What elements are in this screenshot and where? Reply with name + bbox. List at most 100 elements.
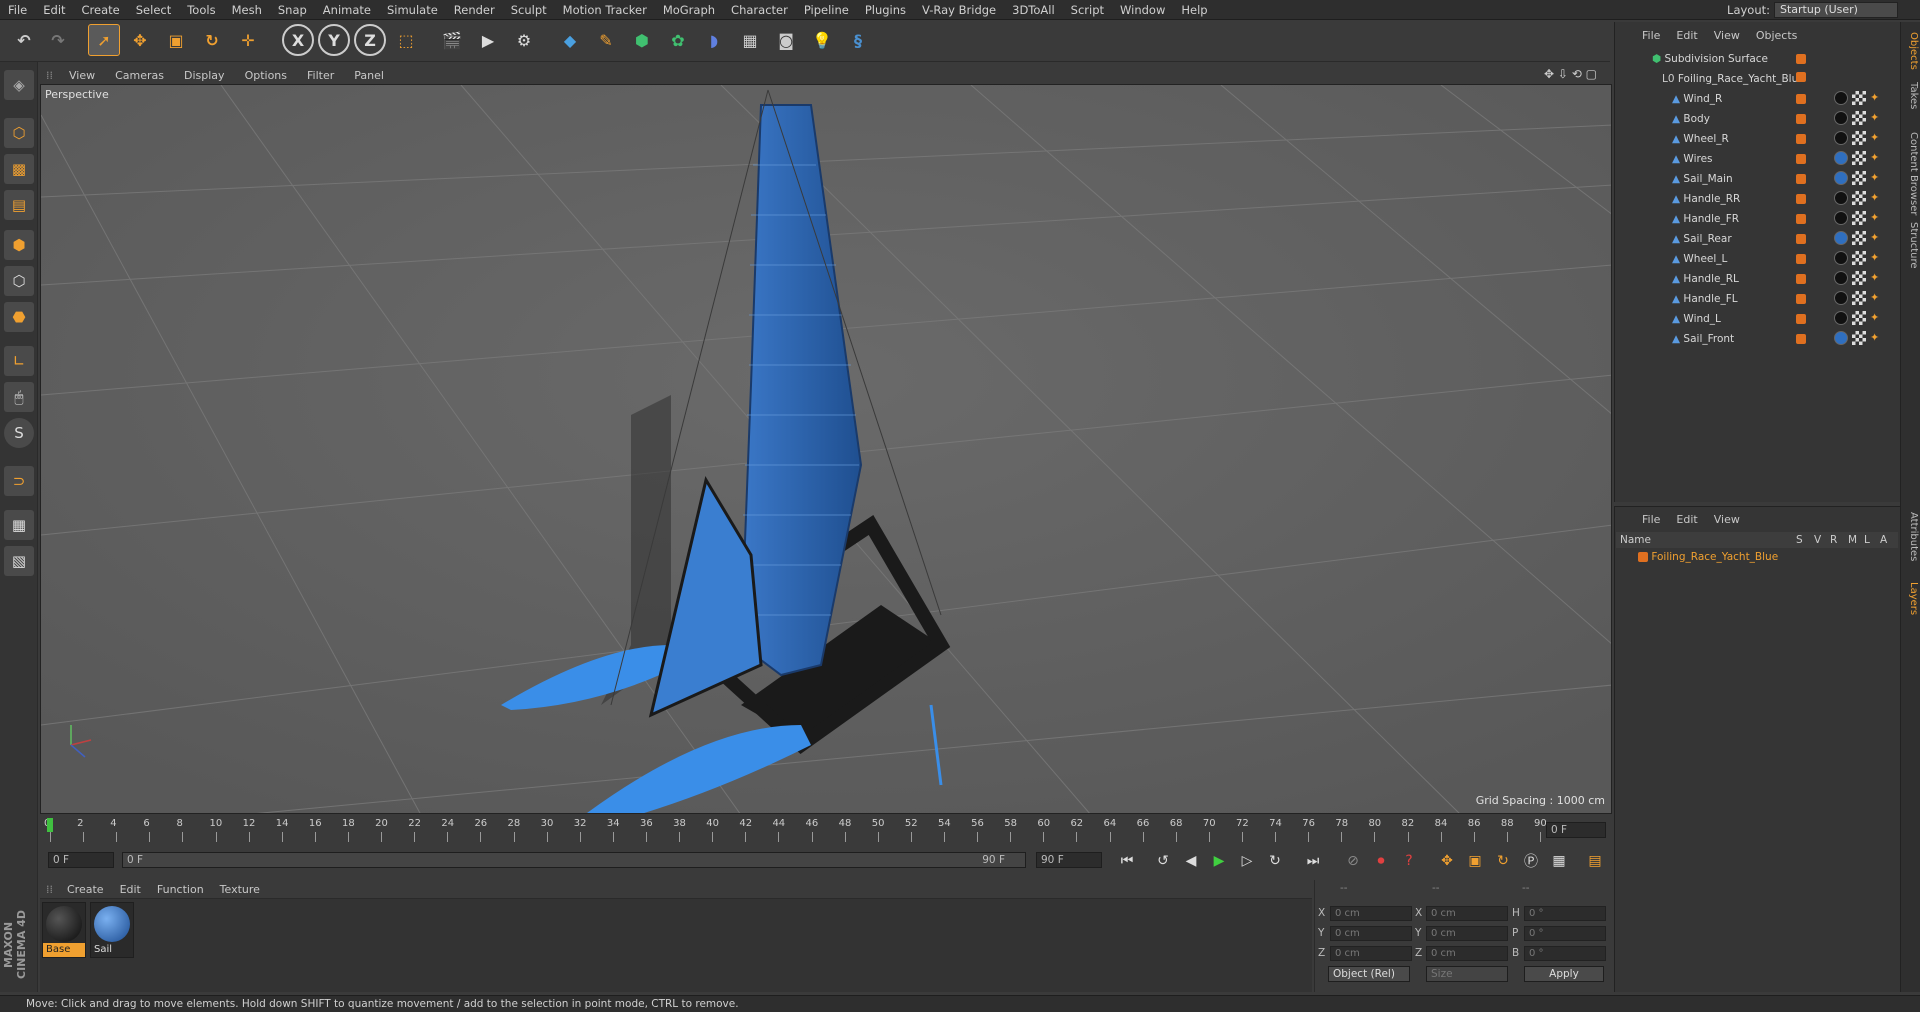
menu-render[interactable]: Render (446, 3, 503, 17)
menu-mograph[interactable]: MoGraph (655, 3, 723, 17)
layer-column-s[interactable]: S (1796, 532, 1803, 548)
object-layer-dot[interactable] (1796, 94, 1806, 107)
render-picture-viewer-icon[interactable]: ▶ (472, 24, 504, 56)
previous-key-icon[interactable]: ↺ (1152, 850, 1174, 872)
uvw-tag-icon[interactable] (1852, 331, 1866, 345)
panel-grip-icon[interactable]: ⁞⁞ (40, 883, 59, 896)
material-sail[interactable]: Sail (90, 902, 134, 958)
viewport-menu-panel[interactable]: Panel (344, 69, 394, 82)
range-slider[interactable]: 0 F 90 F (122, 852, 1026, 868)
play-icon[interactable]: ▶ (1208, 850, 1230, 872)
phong-tag-icon[interactable]: ✦ (1870, 211, 1884, 225)
uvw-tag-icon[interactable] (1852, 311, 1866, 325)
coordinate-system-icon[interactable]: ⬚ (390, 24, 422, 56)
object-layer-dot[interactable] (1796, 254, 1806, 267)
tweak-mode-icon[interactable]: 🖱 (4, 382, 34, 412)
dock-tab-takes[interactable]: Takes (1903, 82, 1919, 109)
render-settings-icon[interactable]: ⚙ (508, 24, 540, 56)
light-icon[interactable]: 💡 (806, 24, 838, 56)
menu-plugins[interactable]: Plugins (857, 3, 914, 17)
rotation-b-field[interactable]: 0 ° (1524, 946, 1606, 961)
record-keys-icon[interactable]: ⊘ (1342, 850, 1364, 872)
keyframe-selection-icon[interactable]: ? (1398, 850, 1420, 872)
material-tag-icon[interactable] (1834, 191, 1848, 205)
previous-frame-icon[interactable]: ◀ (1180, 850, 1202, 872)
object-row-wires[interactable]: ▲ Wires (1618, 150, 1794, 168)
uvw-tag-icon[interactable] (1852, 171, 1866, 185)
render-view-icon[interactable]: 🎬 (436, 24, 468, 56)
texture-mode-icon[interactable]: ▩ (4, 154, 34, 184)
material-tag-icon[interactable] (1834, 271, 1848, 285)
phong-tag-icon[interactable]: ✦ (1870, 271, 1884, 285)
rotate-icon[interactable]: ↻ (196, 24, 228, 56)
object-menu-file[interactable]: File (1634, 29, 1668, 42)
transform-icon[interactable]: ✛ (232, 24, 264, 56)
material-menu-create[interactable]: Create (59, 883, 112, 896)
phong-tag-icon[interactable]: ✦ (1870, 131, 1884, 145)
snap-icon[interactable]: S (4, 418, 34, 448)
menu-file[interactable]: File (0, 3, 35, 17)
phong-tag-icon[interactable]: ✦ (1870, 311, 1884, 325)
viewport-menu-display[interactable]: Display (174, 69, 235, 82)
object-layer-dot[interactable] (1796, 134, 1806, 147)
menu-tools[interactable]: Tools (179, 3, 223, 17)
edges-mode-icon[interactable]: ⬡ (4, 266, 34, 296)
uvw-tag-icon[interactable] (1852, 251, 1866, 265)
menu-motion-tracker[interactable]: Motion Tracker (555, 3, 655, 17)
object-menu-edit[interactable]: Edit (1668, 29, 1705, 42)
go-to-end-icon[interactable]: ⏭ (1302, 850, 1324, 872)
start-frame-field[interactable]: 0 F (48, 852, 114, 868)
layer-column-v[interactable]: V (1814, 532, 1821, 548)
pen-icon[interactable]: ✎ (590, 24, 622, 56)
object-row-group[interactable]: L0 Foiling_Race_Yacht_Blue (1618, 70, 1805, 88)
object-row-wheel_r[interactable]: ▲ Wheel_R (1618, 130, 1794, 148)
material-menu-edit[interactable]: Edit (112, 883, 149, 896)
size-y-field[interactable]: 0 cm (1426, 926, 1508, 941)
layer-menu-file[interactable]: File (1634, 513, 1668, 526)
object-row-sail_front[interactable]: ▲ Sail_Front (1618, 330, 1794, 348)
lock-workplane-icon[interactable]: ▦ (4, 510, 34, 540)
object-row-body[interactable]: ▲ Body (1618, 110, 1794, 128)
object-row-handle_fl[interactable]: ▲ Handle_FL (1618, 290, 1794, 308)
object-row-handle_rr[interactable]: ▲ Handle_RR (1618, 190, 1794, 208)
subdivision-icon[interactable]: ⬢ (626, 24, 658, 56)
object-row-handle_rl[interactable]: ▲ Handle_RL (1618, 270, 1794, 288)
layer-menu-view[interactable]: View (1706, 513, 1748, 526)
cloner-icon[interactable]: ✿ (662, 24, 694, 56)
move-icon[interactable]: ✥ (124, 24, 156, 56)
magnet-icon[interactable]: ⊃ (4, 466, 34, 496)
material-tag-icon[interactable] (1834, 331, 1848, 345)
end-frame-field[interactable]: 90 F (1036, 852, 1102, 868)
live-selection-icon[interactable]: ➚ (88, 24, 120, 56)
current-frame-field[interactable]: 0 F (1546, 822, 1606, 838)
menu-select[interactable]: Select (128, 3, 179, 17)
group-layer-dot-2[interactable] (1796, 72, 1806, 85)
python-icon[interactable]: § (842, 24, 874, 56)
timeline-ruler[interactable]: 0246810121416182022242628303234363840424… (40, 816, 1612, 844)
phong-tag-icon[interactable]: ✦ (1870, 171, 1884, 185)
material-menu-function[interactable]: Function (149, 883, 212, 896)
menu-simulate[interactable]: Simulate (379, 3, 446, 17)
menu-help[interactable]: Help (1173, 3, 1215, 17)
object-row-handle_fr[interactable]: ▲ Handle_FR (1618, 210, 1794, 228)
material-base[interactable]: Base (42, 902, 86, 958)
object-layer-dot[interactable] (1796, 154, 1806, 167)
planar-workplane-icon[interactable]: ▧ (4, 546, 34, 576)
parameter-key-icon[interactable]: Ⓟ (1520, 850, 1542, 872)
object-row-sail_main[interactable]: ▲ Sail_Main (1618, 170, 1794, 188)
phong-tag-icon[interactable]: ✦ (1870, 331, 1884, 345)
dock-tab-content-browser[interactable]: Content Browser (1903, 132, 1919, 215)
menu-mesh[interactable]: Mesh (224, 3, 270, 17)
material-tag-icon[interactable] (1834, 131, 1848, 145)
dock-tab-objects[interactable]: Objects (1903, 32, 1919, 70)
group-layer-dot[interactable] (1796, 54, 1806, 67)
phong-tag-icon[interactable]: ✦ (1870, 231, 1884, 245)
position-y-field[interactable]: 0 cm (1330, 926, 1412, 941)
material-tag-icon[interactable] (1834, 311, 1848, 325)
redo-icon[interactable]: ↷ (42, 24, 74, 56)
dock-tab-attributes[interactable]: Attributes (1903, 512, 1919, 561)
menu-window[interactable]: Window (1112, 3, 1173, 17)
layer-column-m[interactable]: M (1848, 532, 1857, 548)
layer-column-name[interactable]: Name (1620, 532, 1651, 548)
viewport-menu-options[interactable]: Options (235, 69, 297, 82)
